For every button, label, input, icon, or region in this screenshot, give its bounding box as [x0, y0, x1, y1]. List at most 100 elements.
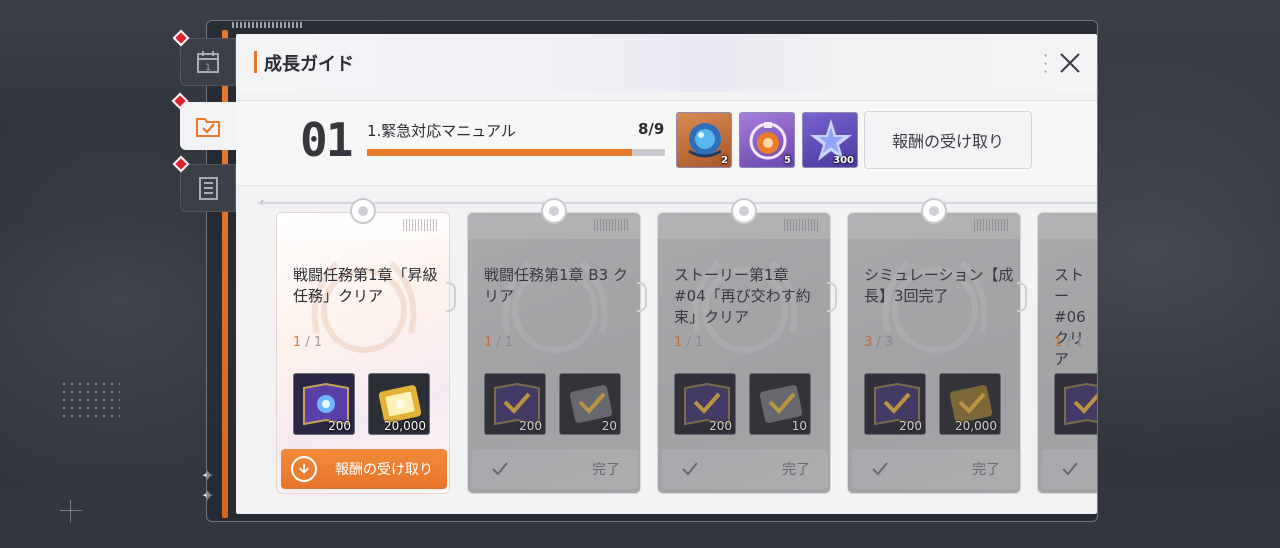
task-card: 戦闘任務第1章「昇級任務」クリア 1 / 1 200 20,000 報酬の受け取… — [276, 198, 456, 494]
card-clip — [731, 198, 757, 224]
task-progress-total: / 1 — [1066, 335, 1084, 350]
progress-fill — [367, 149, 633, 156]
tab-calendar[interactable]: 1 — [172, 29, 236, 86]
card-side-notch — [637, 282, 647, 312]
task-card: ストー #06 クリア 1 / 1 2 完了 — [1037, 212, 1097, 494]
task-title: シミュレーション【成長】3回完了 — [864, 266, 1014, 305]
reward-count: 20 — [601, 419, 617, 433]
completed-label: 完了 — [972, 462, 1000, 478]
chapter-number: 01 — [300, 113, 353, 167]
task-title: 戦闘任務第1章「昇級任務」クリア — [293, 266, 438, 305]
notebook-icon — [199, 177, 218, 200]
card-side-notch — [827, 282, 837, 312]
reward-count: 10 — [791, 419, 807, 433]
card-barcode — [784, 219, 820, 231]
checkmark-icon — [682, 462, 698, 476]
reward-count: 200 — [519, 419, 542, 433]
task-card-body: ストーリー第1章 #04「再び交わす約束」クリア 1 / 1 200 10 完了 — [657, 212, 831, 494]
task-reward[interactable]: 2 — [1054, 373, 1097, 435]
more-dots-icon: · · · — [1043, 46, 1049, 81]
task-title: ストーリー第1章 #04「再び交わす約束」クリア — [674, 266, 811, 326]
card-clip — [350, 198, 376, 224]
frame-barcode-decoration — [232, 22, 302, 28]
task-title: 戦闘任務第1章 B3 クリア — [484, 266, 628, 305]
claim-reward-button[interactable]: 報酬の受け取り — [281, 449, 447, 489]
panel-header: 成長ガイド · · · — [236, 34, 1097, 92]
task-progress: 1 / 1 — [293, 335, 322, 350]
reward-count: 20,000 — [384, 419, 426, 433]
header-accent-bar — [254, 51, 257, 73]
task-progress-total: / 1 — [686, 335, 704, 350]
task-progress-total: / 1 — [496, 335, 514, 350]
growth-guide-panel: 成長ガイド · · · 01 1.緊急対応マニュアル 8/9 2 5 300 報… — [236, 34, 1097, 514]
chapter-quest-name: 1.緊急対応マニュアル — [367, 122, 516, 140]
svg-text:1: 1 — [205, 63, 211, 73]
checkmark-icon — [1062, 462, 1078, 476]
card-side-notch — [1017, 282, 1027, 312]
completed-label: 完了 — [782, 462, 810, 478]
background-dots-pattern — [60, 380, 120, 420]
task-progress-total: / 1 — [305, 335, 323, 350]
task-card-body: シミュレーション【成長】3回完了 3 / 3 200 20,000 完了 — [847, 212, 1021, 494]
reward-count: 20,000 — [955, 419, 997, 433]
task-card: ストーリー第1章 #04「再び交わす約束」クリア 1 / 1 200 10 完了 — [657, 198, 837, 494]
task-card: シミュレーション【成長】3回完了 3 / 3 200 20,000 完了 — [847, 198, 1027, 494]
task-progress-current: 1 — [484, 335, 493, 350]
laurel-emblem-icon — [502, 260, 608, 353]
chapter-progress-bar — [367, 149, 665, 156]
chapter-progress-row: 01 1.緊急対応マニュアル 8/9 2 5 300 報酬の受け取り — [236, 100, 1097, 186]
task-reward[interactable]: 10 — [749, 373, 811, 435]
task-title: ストー #06 クリア — [1054, 266, 1086, 368]
completed-status: 完了 — [852, 449, 1018, 489]
laurel-emblem-icon — [882, 260, 988, 353]
download-arrow-icon — [291, 456, 317, 482]
completed-status: 完了 — [662, 449, 828, 489]
card-clip — [541, 198, 567, 224]
completed-label: 完了 — [592, 462, 620, 478]
task-reward[interactable]: 200 — [864, 373, 926, 435]
chapter-quest-count: 8/9 — [638, 120, 665, 138]
task-progress: 1 / 1 — [674, 335, 703, 350]
task-reward[interactable]: 20,000 — [368, 373, 430, 435]
checkmark-icon — [872, 462, 888, 476]
tab-growth-guide[interactable] — [171, 92, 236, 150]
task-reward[interactable]: 20 — [559, 373, 621, 435]
card-barcode — [403, 219, 439, 231]
task-card: 戦闘任務第1章 B3 クリア 1 / 1 200 20 完了 — [467, 198, 647, 494]
page-title: 成長ガイド — [264, 54, 354, 75]
card-barcode — [594, 219, 630, 231]
task-progress-current: 1 — [293, 335, 302, 350]
reward-count: 200 — [328, 419, 351, 433]
task-progress: 1 / 1 — [484, 335, 513, 350]
reward-count: 200 — [899, 419, 922, 433]
checklist-folder-icon — [196, 118, 220, 137]
claim-reward-label: 報酬の受け取り — [335, 462, 433, 478]
card-rail — [258, 202, 1097, 204]
task-progress-current: 3 — [864, 335, 873, 350]
task-reward[interactable]: 200 — [293, 373, 355, 435]
card-clip — [921, 198, 947, 224]
chapter-reward[interactable]: 5 — [739, 112, 795, 168]
task-reward[interactable]: 200 — [484, 373, 546, 435]
task-card-body: 戦闘任務第1章「昇級任務」クリア 1 / 1 200 20,000 報酬の受け取… — [276, 212, 450, 494]
task-reward[interactable]: 20,000 — [939, 373, 1001, 435]
claim-all-rewards-button[interactable]: 報酬の受け取り — [864, 111, 1032, 169]
reward-count: 300 — [833, 155, 854, 166]
crosshair-decoration-icon — [60, 500, 82, 522]
card-barcode — [974, 219, 1010, 231]
chapter-reward[interactable]: 300 — [802, 112, 858, 168]
completed-status: 完了 — [1042, 449, 1097, 489]
close-icon[interactable] — [1055, 48, 1085, 78]
task-progress: 1 / 1 — [1054, 335, 1083, 350]
checkmark-icon — [492, 462, 508, 476]
reward-count: 2 — [721, 155, 728, 166]
reward-count: 200 — [709, 419, 732, 433]
completed-status: 完了 — [472, 449, 638, 489]
chapter-reward[interactable]: 2 — [676, 112, 732, 168]
calendar-icon: 1 — [197, 51, 219, 73]
tab-notes[interactable] — [172, 155, 236, 212]
reward-count: 5 — [784, 155, 791, 166]
task-progress: 3 / 3 — [864, 335, 893, 350]
card-side-notch — [446, 282, 456, 312]
task-reward[interactable]: 200 — [674, 373, 736, 435]
